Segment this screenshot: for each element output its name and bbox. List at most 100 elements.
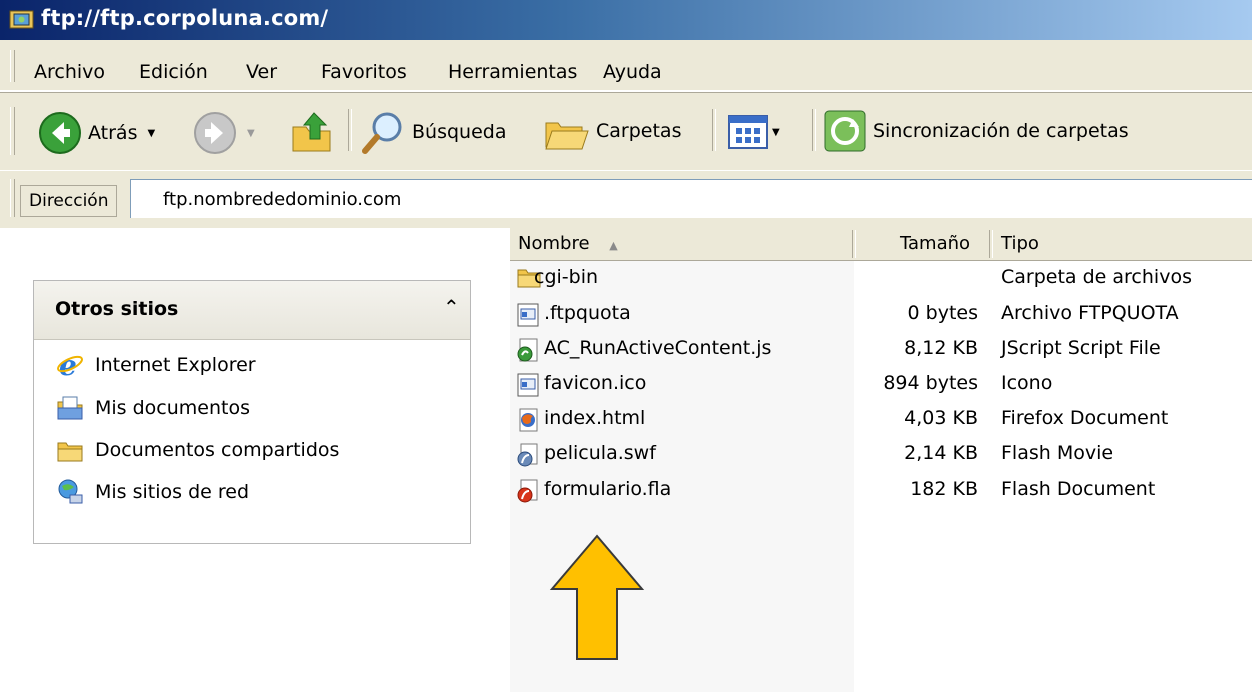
menu-grip[interactable]	[10, 50, 15, 82]
toolbar-separator	[348, 109, 352, 151]
column-header-name[interactable]: Nombre ▲	[518, 228, 618, 260]
svg-text:e: e	[59, 351, 77, 379]
file-name: cgi-bin	[534, 266, 599, 288]
forward-arrow-icon	[194, 112, 236, 154]
search-button[interactable]: Búsqueda	[360, 109, 506, 155]
file-type: Firefox Document	[1001, 407, 1169, 429]
sync-folders-label: Sincronización de carpetas	[873, 120, 1129, 142]
toolbar-separator	[712, 109, 716, 151]
generic-file-icon	[517, 373, 539, 397]
address-bar: Dirección ftp.nombrededominio.com	[0, 170, 1252, 224]
file-type: JScript Script File	[1001, 337, 1161, 359]
file-name: AC_RunActiveContent.js	[544, 337, 772, 359]
search-label: Búsqueda	[412, 121, 507, 143]
flash-document-icon	[517, 479, 538, 503]
link-internet-explorer[interactable]: e Internet Explorer	[56, 351, 256, 379]
file-type: Archivo FTPQUOTA	[1001, 302, 1179, 324]
file-name: index.html	[544, 407, 646, 429]
toolbar: Atrás ▼ ▼ Búsqueda Carpetas ▼ Sincroniza…	[0, 92, 1252, 171]
up-folder-icon	[292, 112, 331, 152]
file-type: Icono	[1001, 372, 1053, 394]
forward-button[interactable]: ▼	[193, 111, 255, 155]
folders-icon	[545, 122, 589, 150]
file-name: formulario.fla	[544, 478, 672, 500]
firefox-document-icon	[519, 408, 538, 432]
file-size: 894 bytes	[883, 372, 978, 394]
file-size: 8,12 KB	[904, 337, 978, 359]
toolbar-separator	[812, 109, 816, 151]
file-type: Flash Document	[1001, 478, 1156, 500]
jscript-file-icon	[517, 338, 538, 362]
folders-button[interactable]: Carpetas	[542, 109, 681, 153]
menu-edicion[interactable]: Edición	[139, 61, 208, 83]
file-row[interactable]: favicon.ico 894 bytes Icono	[510, 368, 1252, 402]
back-button[interactable]: Atrás ▼	[38, 111, 155, 155]
file-size: 2,14 KB	[904, 442, 978, 464]
internet-explorer-icon: e	[57, 351, 83, 379]
link-label: Mis documentos	[95, 397, 250, 419]
menu-favoritos[interactable]: Favoritos	[321, 61, 407, 83]
views-dropdown-icon[interactable]: ▼	[772, 127, 780, 138]
file-size: 0 bytes	[907, 302, 978, 324]
file-list-header: Nombre ▲ Tamaño Tipo	[510, 228, 1252, 261]
collapse-icon[interactable]: ⌃	[443, 295, 460, 319]
views-button[interactable]: ▼	[728, 115, 780, 149]
window-title: ftp://ftp.corpoluna.com/	[41, 6, 329, 30]
sync-folders-button[interactable]: Sincronización de carpetas	[823, 109, 1129, 153]
file-name: pelicula.swf	[544, 442, 656, 464]
back-arrow-icon	[39, 112, 81, 154]
sync-folders-icon	[824, 110, 866, 152]
other-places-panel: Otros sitios ⌃ e Internet Explorer Mis d…	[33, 280, 471, 544]
link-mis-sitios-de-red[interactable]: Mis sitios de red	[56, 478, 249, 506]
up-folder-button[interactable]	[290, 109, 334, 155]
address-label: Dirección	[20, 185, 118, 217]
other-places-title: Otros sitios	[55, 298, 179, 320]
my-documents-icon	[57, 396, 83, 420]
link-documentos-compartidos[interactable]: Documentos compartidos	[56, 436, 339, 464]
address-value[interactable]: ftp.nombrededominio.com	[163, 189, 401, 210]
sort-ascending-icon: ▲	[609, 239, 618, 252]
file-row[interactable]: .ftpquota 0 bytes Archivo FTPQUOTA	[510, 298, 1252, 332]
title-bar: ftp://ftp.corpoluna.com/	[0, 0, 1252, 40]
column-header-type[interactable]: Tipo	[1001, 228, 1039, 260]
menu-archivo[interactable]: Archivo	[34, 61, 105, 83]
back-dropdown-icon[interactable]: ▼	[147, 128, 155, 139]
shared-folder-icon	[57, 442, 83, 462]
column-divider[interactable]	[852, 230, 856, 258]
menu-ayuda[interactable]: Ayuda	[603, 61, 662, 83]
file-row[interactable]: formulario.fla 182 KB Flash Document	[510, 474, 1252, 508]
file-row[interactable]: pelicula.swf 2,14 KB Flash Movie	[510, 438, 1252, 472]
other-places-header[interactable]: Otros sitios ⌃	[34, 281, 470, 340]
file-type: Carpeta de archivos	[1001, 266, 1192, 288]
ftp-folder-icon	[9, 10, 34, 29]
menu-bar: Archivo Edición Ver Favoritos Herramient…	[0, 40, 1252, 91]
generic-file-icon	[517, 303, 539, 327]
search-icon	[362, 112, 402, 154]
file-row[interactable]: AC_RunActiveContent.js 8,12 KB JScript S…	[510, 333, 1252, 367]
link-label: Mis sitios de red	[95, 481, 250, 503]
up-arrow-annotation	[549, 534, 645, 660]
back-label: Atrás	[88, 122, 138, 144]
menu-herramientas[interactable]: Herramientas	[448, 61, 577, 83]
address-grip[interactable]	[10, 179, 15, 217]
column-header-size[interactable]: Tamaño	[900, 228, 970, 260]
column-name-label: Nombre	[518, 233, 590, 254]
link-label: Internet Explorer	[95, 354, 256, 376]
file-name: favicon.ico	[544, 372, 647, 394]
link-mis-documentos[interactable]: Mis documentos	[56, 394, 250, 422]
flash-movie-icon	[517, 443, 538, 467]
file-size: 4,03 KB	[904, 407, 978, 429]
address-input[interactable]: ftp.nombrededominio.com	[130, 179, 1252, 218]
link-label: Documentos compartidos	[95, 439, 340, 461]
column-divider[interactable]	[989, 230, 993, 258]
network-places-icon	[58, 479, 83, 504]
file-size: 182 KB	[910, 478, 978, 500]
file-row[interactable]: index.html 4,03 KB Firefox Document	[510, 403, 1252, 437]
menu-ver[interactable]: Ver	[246, 61, 277, 83]
toolbar-grip[interactable]	[10, 107, 15, 155]
file-name: .ftpquota	[544, 302, 631, 324]
folders-label: Carpetas	[596, 120, 682, 142]
forward-dropdown-icon[interactable]: ▼	[247, 128, 255, 139]
file-row[interactable]: cgi-bin Carpeta de archivos	[510, 262, 1252, 296]
views-icon	[728, 115, 768, 149]
